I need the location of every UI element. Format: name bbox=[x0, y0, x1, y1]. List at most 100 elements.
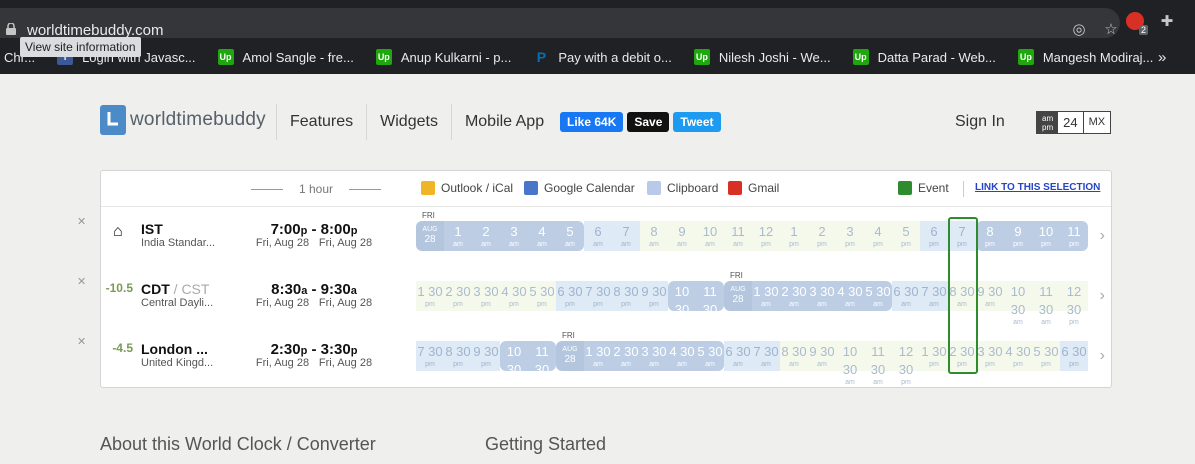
remove-row-icon[interactable]: ✕ bbox=[77, 215, 86, 228]
hour-cell[interactable]: 4 30 pm bbox=[500, 281, 528, 311]
day-marker-cell[interactable]: AUG 28 bbox=[724, 281, 752, 311]
hour-cell[interactable]: 2 30 pm bbox=[444, 281, 472, 311]
remove-row-icon[interactable]: ✕ bbox=[77, 335, 86, 348]
hour-cell[interactable]: 8 pm bbox=[976, 221, 1004, 251]
hour-cell[interactable]: 3 30 pm bbox=[976, 341, 1004, 371]
hour-cell[interactable]: 5 30 am bbox=[696, 341, 724, 371]
hour-cell[interactable]: 3 pm bbox=[836, 221, 864, 251]
hour-cell[interactable]: 5 am bbox=[556, 221, 584, 251]
hour-cell[interactable]: 7 30 am bbox=[752, 341, 780, 371]
chevron-right-icon[interactable]: › bbox=[1100, 347, 1105, 365]
hour-cell[interactable]: 9 30 pm bbox=[472, 341, 500, 371]
hour-cell[interactable]: 8 30 pm bbox=[612, 281, 640, 311]
hour-cell[interactable]: 10 am bbox=[696, 221, 724, 251]
hour-cell[interactable]: 3 30 pm bbox=[472, 281, 500, 311]
hour-cell[interactable]: 11 30 pm bbox=[528, 341, 556, 386]
hour-cell[interactable]: 4 30 am bbox=[836, 281, 864, 311]
hour-cell[interactable]: 6 30 am bbox=[724, 341, 752, 371]
zone-name[interactable]: CDT / CST bbox=[141, 281, 209, 297]
eye-off-icon[interactable]: ◎ bbox=[1070, 20, 1088, 38]
hour-cell[interactable]: 3 30 am bbox=[640, 341, 668, 371]
hour-cell[interactable]: 11 30 pm bbox=[696, 281, 724, 326]
hour-cell[interactable]: 6 30 pm bbox=[1060, 341, 1088, 371]
hour-cell[interactable]: 7 30 pm bbox=[584, 281, 612, 311]
hour-cell[interactable]: 2 pm bbox=[808, 221, 836, 251]
selected-time-highlight[interactable] bbox=[948, 217, 978, 374]
hour-cell[interactable]: 6 30 pm bbox=[556, 281, 584, 311]
chevron-right-icon[interactable]: › bbox=[1100, 227, 1105, 245]
hour-cell[interactable]: 7 30 am bbox=[920, 281, 948, 311]
extension-icon[interactable]: 2 bbox=[1126, 12, 1148, 35]
site-logo[interactable]: worldtimebuddy bbox=[100, 105, 266, 135]
hour-cell[interactable]: 10 30 pm bbox=[500, 341, 528, 386]
profile-icon[interactable]: ● bbox=[1190, 12, 1195, 30]
puzzle-icon[interactable]: ✚ bbox=[1158, 12, 1176, 30]
hour-cell[interactable]: 12 pm bbox=[752, 221, 780, 251]
hour-cell[interactable]: 5 pm bbox=[892, 221, 920, 251]
bookmark-item[interactable]: P Pay with a debit o... bbox=[533, 49, 672, 65]
hour-cell[interactable]: 5 30 am bbox=[864, 281, 892, 311]
bookmark-item[interactable]: Up Datta Parad - Web... bbox=[852, 49, 996, 65]
hour-cell[interactable]: 6 pm bbox=[920, 221, 948, 251]
hour-cell[interactable]: 9 30 am bbox=[976, 281, 1004, 311]
hour-cell[interactable]: 10 pm bbox=[1032, 221, 1060, 251]
hour-cell[interactable]: 4 30 pm bbox=[1004, 341, 1032, 371]
sign-in-link[interactable]: Sign In bbox=[955, 113, 1005, 131]
tweet-button[interactable]: Tweet bbox=[673, 112, 721, 132]
hour-cell[interactable]: 1 am bbox=[444, 221, 472, 251]
nav-widgets[interactable]: Widgets bbox=[366, 104, 451, 140]
clipboard-export[interactable]: Clipboard bbox=[647, 181, 718, 195]
google-calendar-export[interactable]: Google Calendar bbox=[524, 181, 635, 195]
hour-cell[interactable]: 10 30 pm bbox=[668, 281, 696, 326]
nav-mobile-app[interactable]: Mobile App bbox=[450, 104, 557, 140]
24h-format-button[interactable]: 24 bbox=[1058, 112, 1083, 133]
bookmark-item[interactable]: Up Nilesh Joshi - We... bbox=[693, 49, 831, 65]
hour-cell[interactable]: 7 am bbox=[612, 221, 640, 251]
facebook-like-button[interactable]: Like 64K bbox=[560, 112, 624, 132]
link-to-selection[interactable]: LINK TO THIS SELECTION bbox=[975, 182, 1100, 193]
hour-cell[interactable]: 1 pm bbox=[780, 221, 808, 251]
hour-cell[interactable]: 10 30 am bbox=[836, 341, 864, 386]
day-marker-cell[interactable]: AUG 28 bbox=[556, 341, 584, 371]
hour-cell[interactable]: 1 30 pm bbox=[920, 341, 948, 371]
hour-cell[interactable]: 9 30 pm bbox=[640, 281, 668, 311]
hour-cell[interactable]: 9 pm bbox=[1004, 221, 1032, 251]
hour-cell[interactable]: 8 30 pm bbox=[444, 341, 472, 371]
hour-cell[interactable]: 7 30 pm bbox=[416, 341, 444, 371]
hour-cell[interactable]: 8 30 am bbox=[780, 341, 808, 371]
bookmark-item[interactable]: Up Anup Kulkarni - p... bbox=[375, 49, 511, 65]
home-icon[interactable]: ⌂ bbox=[113, 223, 123, 241]
day-marker-cell[interactable]: AUG 28 bbox=[416, 221, 444, 251]
bookmarks-more-button[interactable]: » bbox=[1158, 49, 1166, 66]
pinterest-save-button[interactable]: Save bbox=[627, 112, 670, 132]
hour-cell[interactable]: 5 30 pm bbox=[528, 281, 556, 311]
chevron-right-icon[interactable]: › bbox=[1100, 287, 1105, 305]
hour-cell[interactable]: 1 30 am bbox=[584, 341, 612, 371]
hour-cell[interactable]: 12 30 pm bbox=[1060, 281, 1088, 326]
hour-cell[interactable]: 11 pm bbox=[1060, 221, 1088, 251]
outlook-export[interactable]: Outlook / iCal bbox=[421, 181, 513, 195]
nav-features[interactable]: Features bbox=[276, 104, 366, 140]
hour-cell[interactable]: 3 30 am bbox=[808, 281, 836, 311]
hour-cell[interactable]: 9 am bbox=[668, 221, 696, 251]
hour-cell[interactable]: 6 am bbox=[584, 221, 612, 251]
ampm-format-button[interactable]: am pm bbox=[1037, 112, 1059, 133]
hour-cell[interactable]: 4 30 am bbox=[668, 341, 696, 371]
lock-icon[interactable] bbox=[6, 23, 16, 35]
zone-name[interactable]: London ... bbox=[141, 341, 208, 357]
hour-cell[interactable]: 11 30 am bbox=[1032, 281, 1060, 326]
star-icon[interactable]: ☆ bbox=[1102, 20, 1120, 38]
remove-row-icon[interactable]: ✕ bbox=[77, 275, 86, 288]
zone-name[interactable]: IST bbox=[141, 221, 163, 237]
hour-cell[interactable]: 2 30 am bbox=[612, 341, 640, 371]
hour-cell[interactable]: 2 30 am bbox=[780, 281, 808, 311]
hour-cell[interactable]: 4 am bbox=[528, 221, 556, 251]
hour-cell[interactable]: 8 am bbox=[640, 221, 668, 251]
hour-cell[interactable]: 9 30 am bbox=[808, 341, 836, 371]
address-bar[interactable]: worldtimebuddy.com ◎ ☆ bbox=[0, 8, 1120, 39]
mx-format-button[interactable]: MX bbox=[1082, 112, 1111, 133]
gmail-export[interactable]: Gmail bbox=[728, 181, 779, 195]
hour-cell[interactable]: 4 pm bbox=[864, 221, 892, 251]
event-button[interactable]: Event bbox=[898, 181, 949, 195]
hour-cell[interactable]: 11 am bbox=[724, 221, 752, 251]
